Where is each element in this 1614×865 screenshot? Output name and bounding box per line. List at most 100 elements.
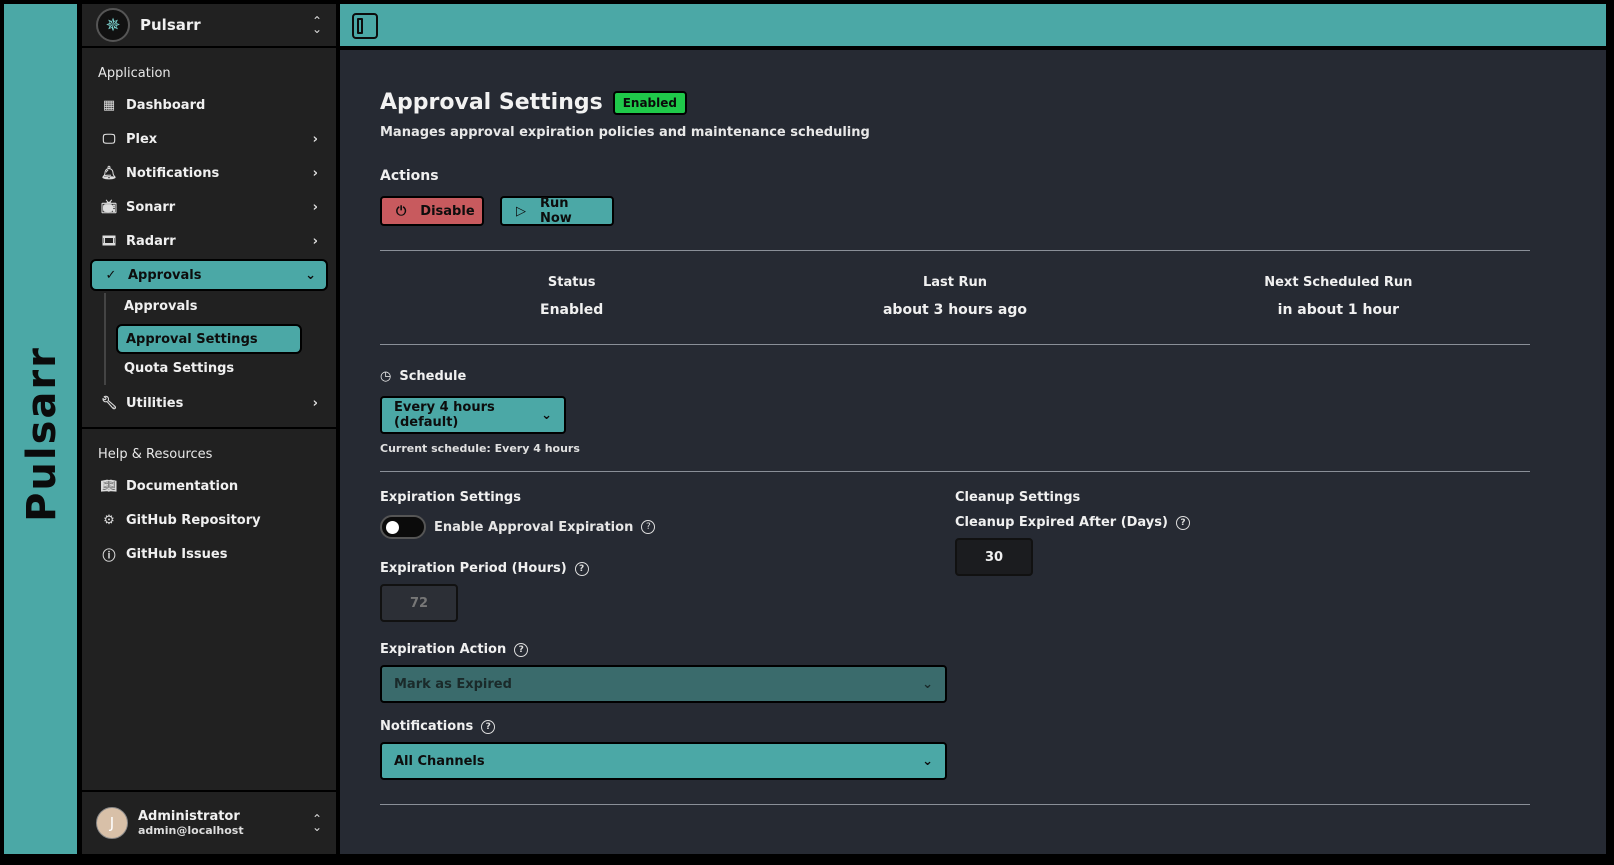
- expiration-action-select[interactable]: Mark as Expired ⌄: [380, 665, 947, 703]
- chevron-down-icon: ⌄: [305, 267, 316, 283]
- book-icon: 📖︎: [100, 478, 118, 494]
- schedule-select-value: Every 4 hours (default): [394, 400, 495, 430]
- cleanup-settings: Cleanup Settings Cleanup Expired After (…: [955, 490, 1530, 780]
- help-icon[interactable]: ?: [574, 561, 589, 576]
- divider: [380, 250, 1530, 251]
- bell-icon: 🔔︎: [100, 165, 118, 181]
- sidebar-toggle-icon[interactable]: [352, 13, 378, 39]
- help-icon[interactable]: ?: [641, 520, 656, 534]
- sidebar-item-label: Plex: [126, 131, 158, 147]
- sidebar-item-dashboard[interactable]: ▦ Dashboard: [90, 89, 328, 121]
- chevron-right-icon: ›: [312, 395, 318, 411]
- avatar: J: [96, 807, 128, 839]
- chevron-right-icon: ›: [312, 199, 318, 215]
- chevron-down-icon: ⌄: [922, 753, 933, 769]
- clock-icon: ◷: [380, 369, 392, 384]
- expiration-settings-heading: Expiration Settings: [380, 490, 521, 505]
- sidebar-item-utilities[interactable]: 🔧︎ Utilities ›: [90, 387, 328, 419]
- schedule-hint: Current schedule: Every 4 hours: [380, 442, 580, 455]
- divider: [380, 471, 1530, 472]
- main-content: Approval Settings Enabled Manages approv…: [340, 50, 1606, 854]
- sidebar-item-label: Documentation: [126, 478, 239, 494]
- expiration-action-value: Mark as Expired: [394, 676, 512, 692]
- group-label-help: Help & Resources: [98, 447, 213, 462]
- user-menu[interactable]: J Administrator admin@localhost ⌃ ⌄: [82, 790, 336, 854]
- wrench-icon: 🔧︎: [100, 395, 118, 411]
- help-icon[interactable]: ?: [514, 642, 529, 657]
- help-icon[interactable]: ?: [481, 719, 496, 734]
- chevron-down-icon: ⌄: [922, 676, 933, 692]
- sidebar-item-github-repository[interactable]: ⚙ GitHub Repository: [90, 504, 328, 536]
- disable-button-label: Disable: [420, 203, 475, 219]
- brand-vertical-text: Pulsarr: [19, 346, 66, 522]
- app-frame: Pulsarr ✵ Pulsarr ⌃ ⌄ Application ▦ Dashb…: [0, 0, 1614, 865]
- status-badge: Enabled: [612, 90, 687, 115]
- sidebar-item-documentation[interactable]: 📖︎ Documentation: [90, 470, 328, 502]
- status-summary: Status Enabled Last Run about 3 hours ag…: [380, 275, 1530, 318]
- chevron-right-icon: ›: [312, 165, 318, 181]
- sidebar-item-label: GitHub Issues: [126, 546, 228, 562]
- sidebar-item-label: Approvals: [128, 267, 202, 283]
- sidebar-item-approvals[interactable]: ✓ Approvals ⌄: [90, 259, 328, 291]
- toggle-knob: [386, 521, 399, 534]
- pulsarr-logo-icon: ✵: [96, 8, 130, 42]
- alert-circle-icon: ⓘ: [102, 548, 116, 564]
- app-switcher[interactable]: ✵ Pulsarr ⌃ ⌄: [82, 4, 336, 48]
- chevron-down-icon: ⌄: [541, 407, 552, 423]
- run-now-button-label: Run Now: [540, 196, 572, 226]
- dashboard-icon: ▦: [102, 97, 116, 113]
- play-circle-icon: ▷: [516, 203, 526, 219]
- chevron-right-icon: ›: [312, 131, 318, 147]
- subnav-item-approval-settings[interactable]: Approval Settings: [116, 324, 302, 354]
- subnav-item-quota-settings[interactable]: Quota Settings: [116, 355, 336, 385]
- stat-label: Status: [547, 275, 596, 290]
- bot-icon: ⚙: [103, 512, 115, 528]
- notifications-label: Notifications: [380, 719, 474, 734]
- power-icon: ⏻: [396, 203, 407, 219]
- help-icon[interactable]: ?: [1175, 515, 1190, 530]
- page-subtitle: Manages approval expiration policies and…: [380, 125, 870, 140]
- sidebar-item-radarr[interactable]: 🎞︎ Radarr ›: [90, 225, 328, 257]
- app-name: Pulsarr: [140, 16, 201, 34]
- divider: [380, 344, 1530, 345]
- expiration-period-label: Expiration Period (Hours): [380, 561, 567, 576]
- chevrons-up-down-icon: ⌃ ⌄: [311, 812, 322, 834]
- stat-label: Next Scheduled Run: [1264, 275, 1413, 290]
- disable-button[interactable]: ⏻ Disable: [380, 196, 484, 226]
- sidebar-item-label: Radarr: [126, 233, 176, 249]
- film-icon: 🎞︎: [100, 233, 118, 249]
- chevron-right-icon: ›: [312, 233, 318, 249]
- expiration-toggle[interactable]: [380, 515, 426, 539]
- actions-heading: Actions: [380, 168, 439, 184]
- sidebar-item-plex[interactable]: 🖵 Plex ›: [90, 123, 328, 155]
- sidebar-item-sonarr[interactable]: 📺︎ Sonarr ›: [90, 191, 328, 223]
- cleanup-settings-heading: Cleanup Settings: [955, 490, 1081, 505]
- tv-icon: 📺︎: [100, 199, 118, 215]
- expiration-period-input[interactable]: 72: [380, 584, 458, 622]
- stat-value-next-run: in about 1 hour: [1277, 302, 1399, 318]
- divider: [380, 804, 1530, 805]
- notifications-select[interactable]: All Channels ⌄: [380, 742, 947, 780]
- sidebar-item-github-issues[interactable]: ⓘ GitHub Issues: [90, 538, 328, 570]
- cleanup-days-input[interactable]: 30: [955, 538, 1033, 576]
- sidebar-item-label: Dashboard: [126, 97, 206, 113]
- page-title: Approval Settings: [380, 90, 603, 115]
- subnav-item-approvals[interactable]: Approvals: [116, 293, 336, 323]
- sidebar-item-label: Utilities: [126, 395, 184, 411]
- run-now-button[interactable]: ▷ Run Now: [500, 196, 614, 226]
- stat-value-last-run: about 3 hours ago: [882, 302, 1027, 318]
- user-email: admin@localhost: [138, 824, 244, 837]
- notifications-value: All Channels: [394, 753, 485, 769]
- brand-strip: Pulsarr: [4, 4, 80, 854]
- monitor-icon: 🖵: [102, 131, 116, 147]
- schedule-select[interactable]: Every 4 hours (default) ⌄: [380, 396, 566, 434]
- top-bar: [340, 4, 1606, 48]
- sidebar-item-label: Notifications: [126, 165, 220, 181]
- sidebar-item-notifications[interactable]: 🔔︎ Notifications ›: [90, 157, 328, 189]
- sidebar-item-label: Sonarr: [126, 199, 176, 215]
- approvals-subnav: Approvals Approval Settings Quota Settin…: [104, 293, 336, 385]
- expiration-toggle-label: Enable Approval Expiration: [434, 519, 634, 535]
- stat-label: Last Run: [922, 275, 988, 290]
- user-name: Administrator: [138, 809, 240, 824]
- group-label-application: Application: [98, 66, 171, 81]
